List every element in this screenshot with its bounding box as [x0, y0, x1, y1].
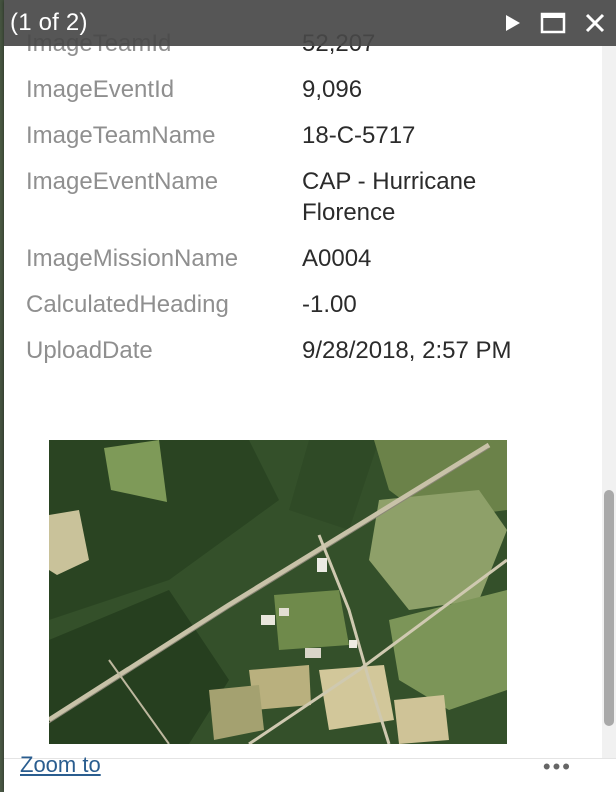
attribute-key: UploadDate [26, 337, 153, 364]
attribute-row: ImageMissionName A0004 [26, 243, 586, 274]
popup-content: ImageTeamId 52,207 ImageEventId 9,096 Im… [4, 24, 616, 762]
attribute-table: ImageTeamId 52,207 ImageEventId 9,096 Im… [26, 24, 586, 366]
attribute-value: A0004 [302, 245, 372, 272]
scrollbar[interactable] [602, 46, 616, 758]
attribute-key: ImageMissionName [26, 245, 239, 272]
popup-header: (1 of 2) [4, 0, 616, 46]
scrollbar-thumb[interactable] [604, 490, 614, 726]
maximize-icon[interactable] [540, 12, 566, 34]
attribute-value: 18-C-5717 [302, 122, 416, 149]
attribute-value: CAP - Hurricane Florence [302, 168, 477, 226]
feature-popup: (1 of 2) ImageTeamId 52,207 ImageEventId… [4, 0, 616, 792]
attribute-key: ImageTeamName [26, 122, 216, 149]
attribute-key: CalculatedHeading [26, 291, 229, 318]
attribute-value: 9,096 [302, 76, 363, 103]
popup-title: (1 of 2) [10, 9, 88, 36]
attribute-row: CalculatedHeading -1.00 [26, 289, 586, 320]
attribute-key: ImageEventId [26, 76, 175, 103]
popup-footer: Zoom to ••• [4, 752, 616, 792]
attribute-value: 9/28/2018, 2:57 PM [302, 337, 512, 364]
attribute-row: ImageTeamName 18-C-5717 [26, 120, 586, 151]
aerial-photo[interactable] [49, 440, 507, 744]
popup-controls [504, 0, 606, 46]
zoom-to-link[interactable]: Zoom to [20, 752, 101, 778]
attribute-value: -1.00 [302, 291, 357, 318]
attribute-row: UploadDate 9/28/2018, 2:57 PM [26, 335, 586, 366]
play-icon[interactable] [504, 13, 522, 33]
attribute-row: ImageEventId 9,096 [26, 74, 586, 105]
attribute-key: ImageEventName [26, 168, 219, 195]
more-options-icon[interactable]: ••• [543, 754, 572, 780]
attribute-row: ImageEventName CAP - Hurricane Florence [26, 166, 586, 228]
close-icon[interactable] [584, 12, 606, 34]
